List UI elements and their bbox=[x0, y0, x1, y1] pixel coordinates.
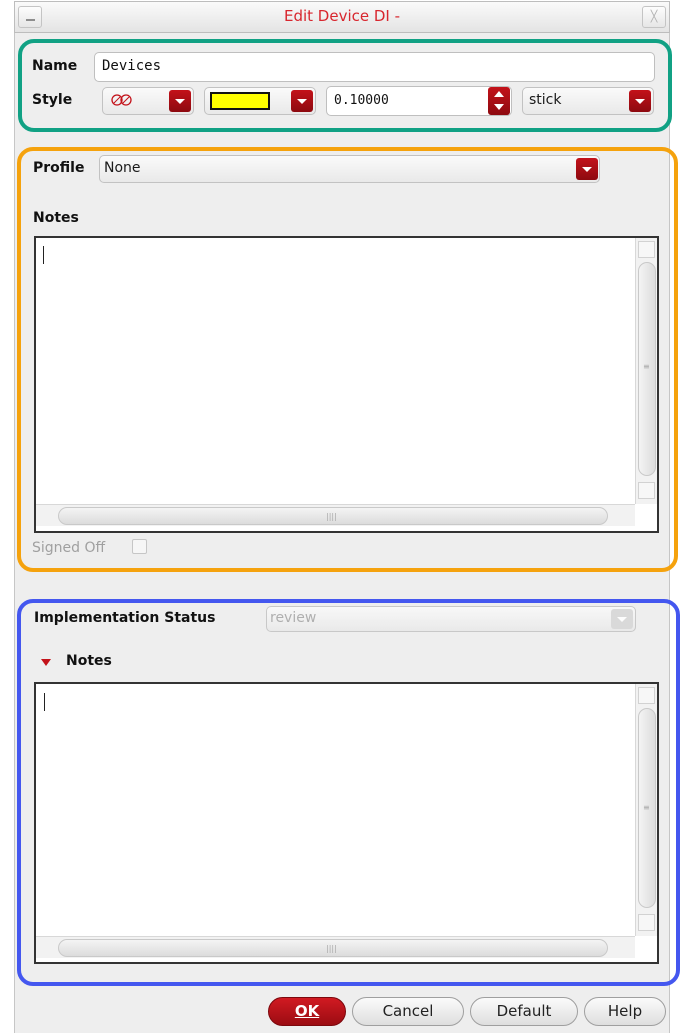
chevron-down-icon bbox=[169, 90, 191, 112]
implementation-notes-textarea[interactable]: ≡ |||| bbox=[34, 682, 659, 964]
pattern-select[interactable] bbox=[102, 87, 194, 115]
name-label: Name bbox=[32, 58, 78, 74]
implementation-status-value: review bbox=[270, 610, 317, 626]
line-type-select[interactable]: stick bbox=[522, 87, 654, 115]
name-input[interactable]: Devices bbox=[94, 52, 655, 82]
line-width-spinbox[interactable]: 0.10000 bbox=[326, 86, 512, 116]
notes-label: Notes bbox=[33, 210, 79, 226]
default-button[interactable]: Default bbox=[470, 997, 578, 1026]
signed-off-checkbox[interactable] bbox=[132, 539, 147, 554]
ok-button[interactable]: OK bbox=[268, 997, 346, 1026]
scroll-up-arrow[interactable] bbox=[638, 687, 655, 704]
chevron-down-icon bbox=[629, 90, 651, 112]
cancel-button[interactable]: Cancel bbox=[352, 997, 464, 1026]
implementation-status-label: Implementation Status bbox=[34, 610, 216, 626]
window-title: Edit Device DI - bbox=[283, 7, 401, 25]
title-bar: Edit Device DI - ╳ bbox=[14, 1, 670, 33]
hatch-pattern-icon bbox=[111, 93, 133, 111]
vertical-scrollbar[interactable]: ≡ bbox=[635, 684, 657, 936]
chevron-down-icon bbox=[611, 609, 633, 629]
chevron-down-icon bbox=[291, 90, 313, 112]
style-label: Style bbox=[32, 92, 73, 108]
spin-down-icon[interactable] bbox=[494, 104, 504, 110]
vertical-scrollbar[interactable]: ≡ bbox=[635, 238, 657, 504]
profile-notes-textarea[interactable]: ≡ |||| bbox=[34, 236, 659, 533]
line-type-value: stick bbox=[529, 92, 562, 108]
text-caret bbox=[43, 246, 44, 264]
spin-buttons[interactable] bbox=[488, 87, 510, 115]
grip-icon: ≡ bbox=[643, 803, 650, 812]
impl-notes-label: Notes bbox=[66, 653, 112, 669]
close-icon: ╳ bbox=[650, 10, 658, 23]
text-caret bbox=[44, 693, 45, 711]
help-button[interactable]: Help bbox=[584, 997, 666, 1026]
horizontal-scrollbar[interactable]: |||| bbox=[36, 936, 635, 958]
chevron-down-icon bbox=[576, 158, 598, 180]
signed-off-label: Signed Off bbox=[32, 540, 106, 556]
grip-icon: |||| bbox=[326, 944, 337, 953]
color-swatch bbox=[210, 92, 270, 110]
profile-select[interactable]: None bbox=[99, 155, 600, 183]
profile-value: None bbox=[104, 160, 141, 176]
grip-icon: |||| bbox=[326, 512, 337, 521]
expand-toggle-icon[interactable] bbox=[41, 659, 51, 666]
profile-label: Profile bbox=[33, 160, 85, 176]
close-button[interactable]: ╳ bbox=[642, 6, 666, 28]
color-select[interactable] bbox=[204, 87, 316, 115]
scroll-up-arrow[interactable] bbox=[638, 241, 655, 258]
implementation-status-select[interactable]: review bbox=[266, 606, 636, 632]
horizontal-scrollbar[interactable]: |||| bbox=[36, 504, 635, 526]
scroll-down-arrow[interactable] bbox=[638, 914, 655, 931]
grip-icon: ≡ bbox=[643, 362, 650, 371]
ok-button-label: OK bbox=[294, 1002, 320, 1020]
spin-up-icon[interactable] bbox=[494, 91, 504, 97]
scroll-down-arrow[interactable] bbox=[638, 482, 655, 499]
line-width-value: 0.10000 bbox=[334, 93, 389, 108]
